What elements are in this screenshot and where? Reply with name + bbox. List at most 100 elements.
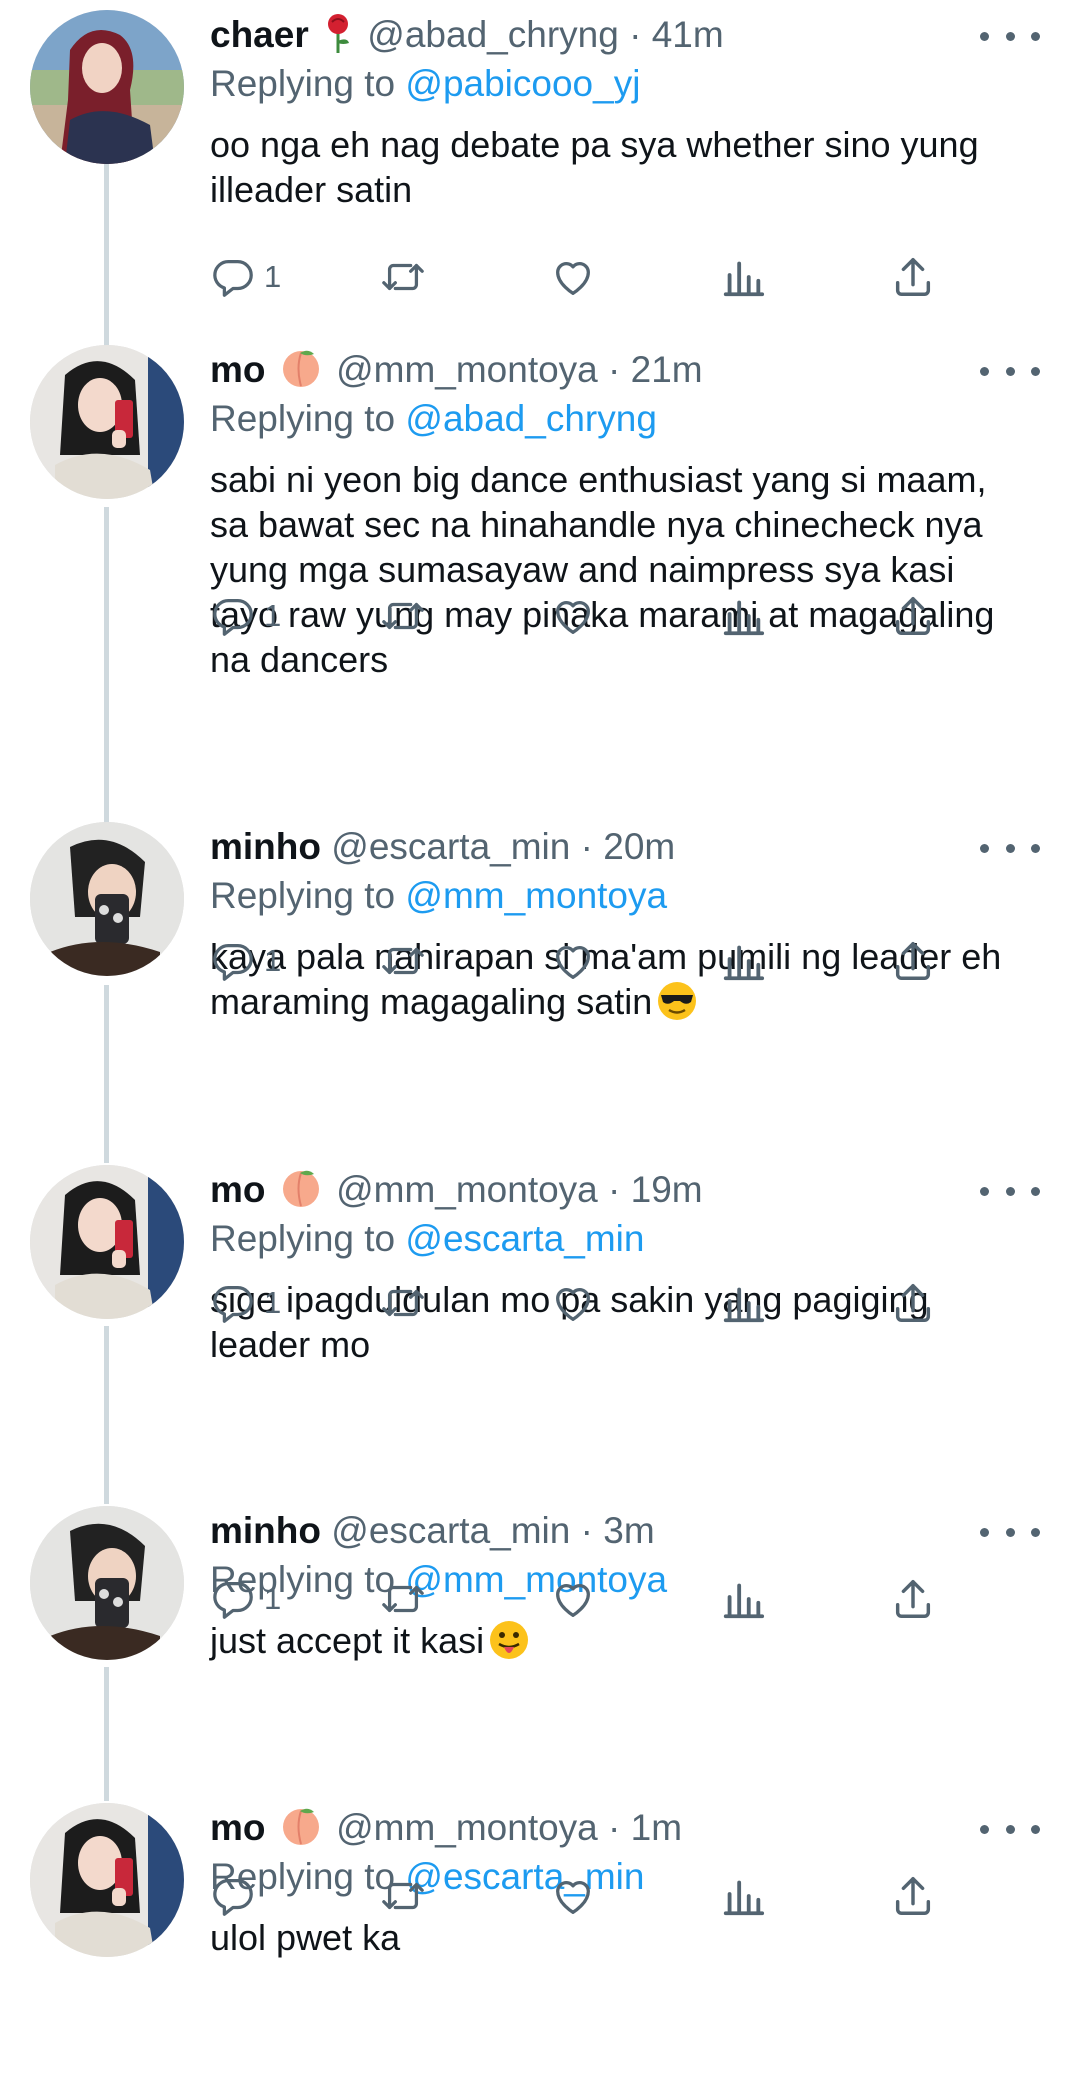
timestamp[interactable]: 1m xyxy=(631,1807,682,1848)
avatar[interactable] xyxy=(30,1165,184,1319)
handle[interactable]: @mm_montoya xyxy=(336,1169,598,1210)
views-icon xyxy=(723,261,765,297)
retweet-button[interactable] xyxy=(380,931,426,991)
handle[interactable]: @escarta_min xyxy=(331,826,570,867)
reply-button[interactable]: 1 xyxy=(210,931,281,991)
share-icon xyxy=(895,258,931,296)
share-icon xyxy=(895,1580,931,1618)
replying-to: Replying to @pabicooo_yj xyxy=(210,60,1040,108)
more-icon[interactable] xyxy=(980,1179,1040,1203)
avatar[interactable] xyxy=(30,10,184,164)
tweet-actions: 1 xyxy=(210,586,970,646)
tweet-text: oo nga eh nag debate pa sya whether sino… xyxy=(210,124,979,210)
views-button[interactable] xyxy=(720,586,766,646)
handle[interactable]: @abad_chryng xyxy=(367,14,619,55)
views-button[interactable] xyxy=(720,1273,766,1333)
retweet-icon xyxy=(382,1585,424,1613)
avatar[interactable] xyxy=(30,822,184,976)
separator: · xyxy=(608,1169,621,1210)
avatar[interactable] xyxy=(30,1506,184,1660)
more-icon[interactable] xyxy=(980,1520,1040,1544)
like-button[interactable] xyxy=(550,1569,596,1629)
retweet-button[interactable] xyxy=(380,1273,426,1333)
display-name[interactable]: minho xyxy=(210,826,321,867)
tweet-header: mo @mm_montoya · 1m xyxy=(210,1803,1040,1853)
reply-icon xyxy=(213,599,253,636)
reply-button[interactable] xyxy=(210,1866,264,1926)
reply-icon xyxy=(213,1582,253,1619)
more-icon[interactable] xyxy=(980,359,1040,383)
replying-label: Replying to xyxy=(210,875,396,916)
display-name[interactable]: mo xyxy=(210,1169,266,1210)
reply-button[interactable]: 1 xyxy=(210,586,281,646)
display-name[interactable]: mo xyxy=(210,349,266,390)
display-name[interactable]: minho xyxy=(210,1510,321,1551)
reply-button[interactable]: 1 xyxy=(210,247,281,307)
retweet-button[interactable] xyxy=(380,1569,426,1629)
views-button[interactable] xyxy=(720,931,766,991)
share-button[interactable] xyxy=(890,586,936,646)
retweet-icon xyxy=(382,263,424,291)
retweet-button[interactable] xyxy=(380,1866,426,1926)
like-button[interactable] xyxy=(550,247,596,307)
heart-icon xyxy=(556,946,590,979)
timestamp[interactable]: 3m xyxy=(603,1510,654,1551)
share-button[interactable] xyxy=(890,931,936,991)
mention-link[interactable]: @escarta_min xyxy=(405,1218,644,1259)
views-button[interactable] xyxy=(720,247,766,307)
retweet-button[interactable] xyxy=(380,247,426,307)
avatar-image xyxy=(30,10,184,164)
tweet-text: sabi ni yeon big dance enthusiast yang s… xyxy=(210,459,995,680)
display-name[interactable]: mo xyxy=(210,1807,266,1848)
timestamp[interactable]: 21m xyxy=(631,349,703,390)
share-button[interactable] xyxy=(890,1569,936,1629)
views-icon xyxy=(723,945,765,981)
reply-button[interactable]: 1 xyxy=(210,1569,281,1629)
mention-link[interactable]: @pabicooo_yj xyxy=(405,63,640,104)
mention-link[interactable]: @mm_montoya xyxy=(405,875,667,916)
share-button[interactable] xyxy=(890,1866,936,1926)
reply-icon xyxy=(213,260,253,297)
avatar[interactable] xyxy=(30,1803,184,1957)
more-icon[interactable] xyxy=(980,836,1040,860)
more-icon[interactable] xyxy=(980,24,1040,48)
like-button[interactable] xyxy=(550,586,596,646)
retweet-button[interactable] xyxy=(380,586,426,646)
reply-count: 1 xyxy=(264,1285,282,1320)
tweet-actions: 1 xyxy=(210,1569,970,1629)
views-button[interactable] xyxy=(720,1569,766,1629)
timestamp[interactable]: 19m xyxy=(631,1169,703,1210)
avatar[interactable] xyxy=(30,345,184,499)
views-icon xyxy=(723,1880,765,1916)
timestamp[interactable]: 41m xyxy=(652,14,724,55)
share-icon xyxy=(895,597,931,635)
thread-connector xyxy=(104,507,109,827)
mention-link[interactable]: @abad_chryng xyxy=(405,398,657,439)
replying-label: Replying to xyxy=(210,63,396,104)
tweet-header: mo @mm_montoya · 21m xyxy=(210,345,1040,395)
retweet-icon xyxy=(382,1289,424,1317)
more-icon[interactable] xyxy=(980,1817,1040,1841)
avatar-image xyxy=(30,1165,184,1319)
thread-connector xyxy=(104,164,109,348)
tweet-actions xyxy=(210,1866,970,1926)
handle[interactable]: @mm_montoya xyxy=(336,349,598,390)
like-button[interactable] xyxy=(550,931,596,991)
share-button[interactable] xyxy=(890,247,936,307)
views-button[interactable] xyxy=(720,1866,766,1926)
thread-connector xyxy=(104,1326,109,1504)
handle[interactable]: @mm_montoya xyxy=(336,1807,598,1848)
timestamp[interactable]: 20m xyxy=(603,826,675,867)
handle[interactable]: @escarta_min xyxy=(331,1510,570,1551)
thread-connector xyxy=(104,985,109,1163)
reply-thread: chaer @abad_chryng · 41m Replying to @pa… xyxy=(0,0,1080,2082)
share-button[interactable] xyxy=(890,1273,936,1333)
like-button[interactable] xyxy=(550,1866,596,1926)
reply-button[interactable]: 1 xyxy=(210,1273,281,1333)
replying-label: Replying to xyxy=(210,398,396,439)
share-icon xyxy=(895,942,931,980)
display-name[interactable]: chaer xyxy=(210,14,309,55)
avatar-image xyxy=(30,1803,184,1957)
thread-connector xyxy=(104,1667,109,1801)
like-button[interactable] xyxy=(550,1273,596,1333)
